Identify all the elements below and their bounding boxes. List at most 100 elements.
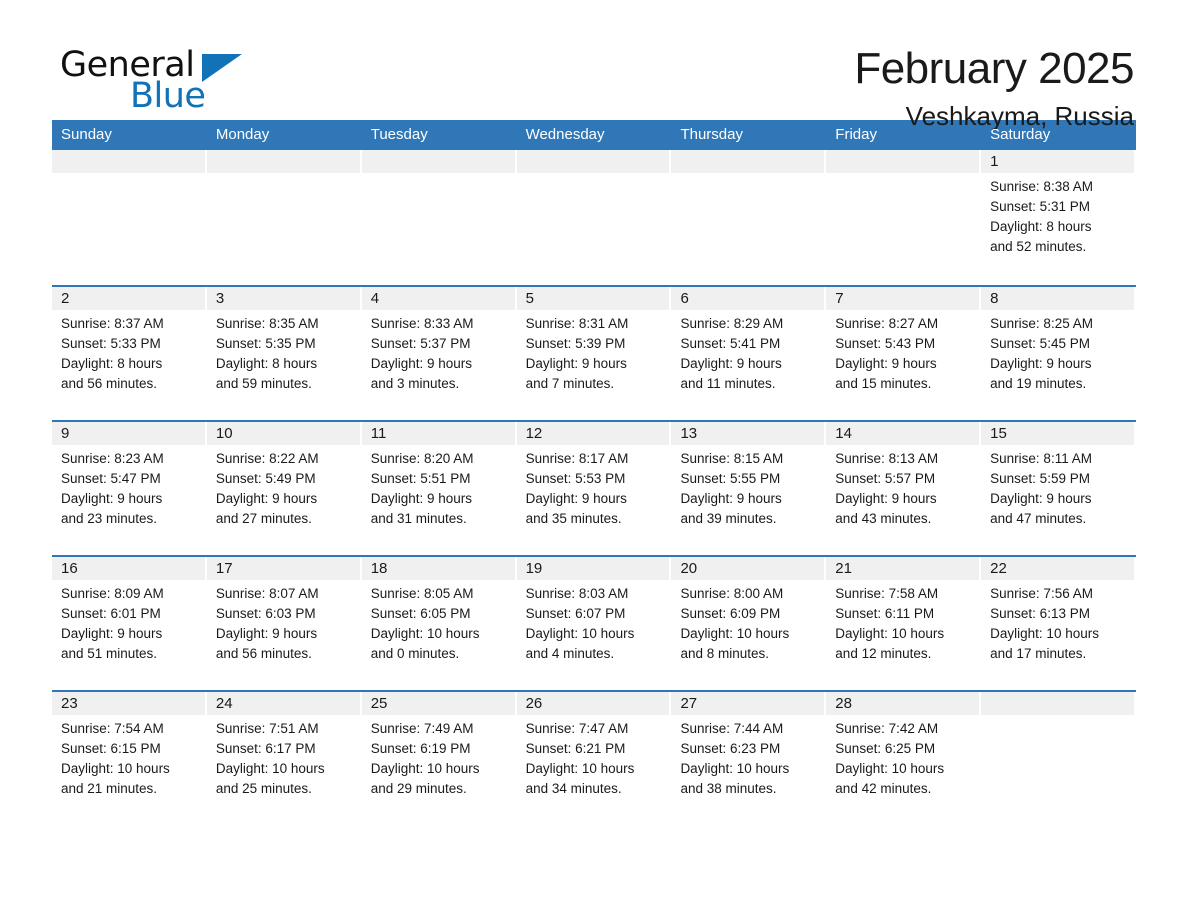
sunset-text: Sunset: 5:55 PM bbox=[680, 471, 781, 486]
calendar-day-cell[interactable]: 26 Sunrise: 7:47 AM Sunset: 6:21 PM Dayligh… bbox=[516, 692, 672, 825]
daylight-text: Daylight: 9 hours bbox=[61, 491, 163, 506]
daylight-text-cont: and 29 minutes. bbox=[370, 781, 467, 796]
daylight-text-cont: and 25 minutes. bbox=[215, 781, 312, 796]
sunset-text: Sunset: 5:59 PM bbox=[990, 471, 1090, 486]
calendar-day-cell[interactable]: 1 Sunrise: 8:38 AM Sunset: 5:31 PM Daylight… bbox=[981, 150, 1136, 285]
calendar-day-cell[interactable]: 3 Sunrise: 8:35 AM Sunset: 5:35 PM Daylight… bbox=[206, 287, 362, 420]
calendar-day-cell-empty bbox=[361, 150, 517, 285]
calendar-day-cell[interactable]: 12 Sunrise: 8:17 AM Sunset: 5:53 PM Dayligh… bbox=[516, 422, 672, 555]
sunrise-text: Sunrise: 8:27 AM bbox=[835, 316, 939, 331]
sunset-text: Sunset: 5:41 PM bbox=[680, 336, 781, 351]
daylight-text-cont: and 27 minutes. bbox=[215, 511, 312, 526]
calendar-day-cell[interactable]: 28 Sunrise: 7:42 AM Sunset: 6:25 PM Dayligh… bbox=[826, 692, 981, 825]
daylight-text: Daylight: 9 hours bbox=[370, 491, 473, 506]
sunrise-text: Sunrise: 7:54 AM bbox=[61, 721, 164, 736]
calendar-day-cell-empty bbox=[671, 150, 826, 285]
daylight-text: Daylight: 10 hours bbox=[215, 761, 325, 776]
daylight-text-cont: and 19 minutes. bbox=[990, 376, 1087, 391]
calendar-day-cell[interactable]: 20 Sunrise: 8:00 AM Sunset: 6:09 PM Dayligh… bbox=[671, 557, 826, 690]
sunset-text: Sunset: 5:47 PM bbox=[61, 471, 161, 486]
calendar-day-cell[interactable]: 23 Sunrise: 7:54 AM Sunset: 6:15 PM Dayligh… bbox=[52, 692, 207, 825]
calendar-day-cell[interactable]: 5 Sunrise: 8:31 AM Sunset: 5:39 PM Daylight… bbox=[516, 287, 672, 420]
sunrise-text: Sunrise: 8:13 AM bbox=[835, 451, 939, 466]
daylight-text-cont: and 34 minutes. bbox=[525, 781, 622, 796]
calendar-day-cell[interactable]: 4 Sunrise: 8:33 AM Sunset: 5:37 PM Daylight… bbox=[361, 287, 517, 420]
day-number-band: 11 bbox=[361, 422, 515, 445]
calendar-day-cell[interactable]: 15 Sunrise: 8:11 AM Sunset: 5:59 PM Dayligh… bbox=[981, 422, 1136, 555]
day-number-band: 18 bbox=[361, 557, 515, 580]
calendar-day-cell[interactable]: 19 Sunrise: 8:03 AM Sunset: 6:07 PM Dayligh… bbox=[516, 557, 672, 690]
sunset-text: Sunset: 5:57 PM bbox=[835, 471, 936, 486]
day-sun-info bbox=[517, 173, 672, 177]
calendar-day-cell[interactable]: 25 Sunrise: 7:49 AM Sunset: 6:19 PM Dayligh… bbox=[361, 692, 517, 825]
sunrise-text: Sunrise: 8:31 AM bbox=[525, 316, 629, 331]
day-number: 10 bbox=[215, 425, 233, 442]
calendar-day-cell[interactable]: 8 Sunrise: 8:25 AM Sunset: 5:45 PM Daylight… bbox=[981, 287, 1136, 420]
calendar-day-cell[interactable]: 22 Sunrise: 7:56 AM Sunset: 6:13 PM Dayligh… bbox=[981, 557, 1136, 690]
calendar-day-cell-empty bbox=[981, 692, 1136, 825]
day-number: 17 bbox=[215, 560, 233, 577]
calendar-day-cell[interactable]: 18 Sunrise: 8:05 AM Sunset: 6:05 PM Dayligh… bbox=[361, 557, 517, 690]
daylight-text-cont: and 0 minutes. bbox=[370, 646, 460, 661]
daylight-text: Daylight: 9 hours bbox=[525, 491, 627, 506]
calendar-day-cell[interactable]: 16 Sunrise: 8:09 AM Sunset: 6:01 PM Dayligh… bbox=[52, 557, 207, 690]
day-number-band bbox=[361, 150, 515, 173]
sunrise-text: Sunrise: 8:17 AM bbox=[525, 451, 629, 466]
daylight-text-cont: and 8 minutes. bbox=[680, 646, 769, 661]
day-number-band: 24 bbox=[206, 692, 360, 715]
day-sun-info bbox=[207, 173, 362, 177]
sunset-text: Sunset: 6:07 PM bbox=[525, 606, 626, 621]
sunset-text: Sunset: 6:05 PM bbox=[370, 606, 471, 621]
sunset-text: Sunset: 5:51 PM bbox=[370, 471, 471, 486]
day-sun-info bbox=[671, 173, 826, 177]
day-number: 7 bbox=[835, 290, 844, 307]
calendar-day-cell[interactable]: 24 Sunrise: 7:51 AM Sunset: 6:17 PM Dayligh… bbox=[206, 692, 362, 825]
sunrise-text: Sunrise: 8:00 AM bbox=[680, 586, 784, 601]
daylight-text-cont: and 51 minutes. bbox=[61, 646, 158, 661]
calendar-grid: Sunday Monday Tuesday Wednesday Thursday… bbox=[52, 120, 1136, 825]
calendar-day-cell-empty bbox=[826, 150, 981, 285]
day-number-band bbox=[516, 150, 670, 173]
calendar-day-cell[interactable]: 14 Sunrise: 8:13 AM Sunset: 5:57 PM Dayligh… bbox=[826, 422, 981, 555]
day-sun-info: Sunrise: 8:23 AM Sunset: 5:47 PM Daylight:… bbox=[52, 445, 207, 529]
weekday-header-wednesday: Wednesday bbox=[525, 126, 605, 143]
day-number-band: 16 bbox=[52, 557, 205, 580]
calendar-day-cell[interactable]: 6 Sunrise: 8:29 AM Sunset: 5:41 PM Daylight… bbox=[671, 287, 826, 420]
day-number: 15 bbox=[990, 425, 1007, 442]
day-sun-info: Sunrise: 8:07 AM Sunset: 6:03 PM Daylight:… bbox=[207, 580, 362, 664]
daylight-text-cont: and 17 minutes. bbox=[990, 646, 1087, 661]
day-sun-info: Sunrise: 8:33 AM Sunset: 5:37 PM Daylight:… bbox=[362, 310, 517, 394]
daylight-text-cont: and 47 minutes. bbox=[990, 511, 1087, 526]
calendar-day-cell[interactable]: 10 Sunrise: 8:22 AM Sunset: 5:49 PM Dayligh… bbox=[206, 422, 362, 555]
day-number-band: 21 bbox=[826, 557, 980, 580]
daylight-text-cont: and 38 minutes. bbox=[680, 781, 777, 796]
calendar-day-cell[interactable]: 17 Sunrise: 8:07 AM Sunset: 6:03 PM Dayligh… bbox=[206, 557, 362, 690]
sunrise-text: Sunrise: 8:22 AM bbox=[215, 451, 319, 466]
day-number: 25 bbox=[370, 695, 388, 712]
daylight-text: Daylight: 10 hours bbox=[525, 761, 635, 776]
day-number-band bbox=[52, 150, 205, 173]
sunrise-text: Sunrise: 7:47 AM bbox=[525, 721, 629, 736]
calendar-day-cell[interactable]: 7 Sunrise: 8:27 AM Sunset: 5:43 PM Daylight… bbox=[826, 287, 981, 420]
calendar-day-cell[interactable]: 9 Sunrise: 8:23 AM Sunset: 5:47 PM Daylight… bbox=[52, 422, 207, 555]
weekday-header-tuesday: Tuesday bbox=[370, 126, 428, 143]
weekday-header-thursday: Thursday bbox=[680, 126, 743, 143]
calendar-day-cell[interactable]: 13 Sunrise: 8:15 AM Sunset: 5:55 PM Dayligh… bbox=[671, 422, 826, 555]
day-number-band: 26 bbox=[516, 692, 670, 715]
calendar-day-cell[interactable]: 27 Sunrise: 7:44 AM Sunset: 6:23 PM Dayligh… bbox=[671, 692, 826, 825]
calendar-day-cell[interactable]: 11 Sunrise: 8:20 AM Sunset: 5:51 PM Dayligh… bbox=[361, 422, 517, 555]
day-number: 1 bbox=[990, 153, 999, 170]
day-number-band: 1 bbox=[981, 150, 1135, 173]
day-sun-info: Sunrise: 8:09 AM Sunset: 6:01 PM Daylight:… bbox=[52, 580, 207, 664]
day-number: 2 bbox=[61, 290, 70, 307]
calendar-day-cell[interactable]: 21 Sunrise: 7:58 AM Sunset: 6:11 PM Dayligh… bbox=[826, 557, 981, 690]
calendar-week-row: 2 Sunrise: 8:37 AM Sunset: 5:33 PM Daylight… bbox=[52, 285, 1136, 420]
daylight-text-cont: and 56 minutes. bbox=[61, 376, 158, 391]
day-sun-info: Sunrise: 8:25 AM Sunset: 5:45 PM Daylight:… bbox=[981, 310, 1136, 394]
calendar-week-row: 9 Sunrise: 8:23 AM Sunset: 5:47 PM Daylight… bbox=[52, 420, 1136, 555]
sunrise-text: Sunrise: 8:38 AM bbox=[990, 179, 1093, 194]
daylight-text: Daylight: 10 hours bbox=[61, 761, 170, 776]
day-number: 20 bbox=[680, 560, 698, 577]
sunrise-text: Sunrise: 8:11 AM bbox=[990, 451, 1092, 466]
calendar-day-cell[interactable]: 2 Sunrise: 8:37 AM Sunset: 5:33 PM Daylight… bbox=[52, 287, 207, 420]
